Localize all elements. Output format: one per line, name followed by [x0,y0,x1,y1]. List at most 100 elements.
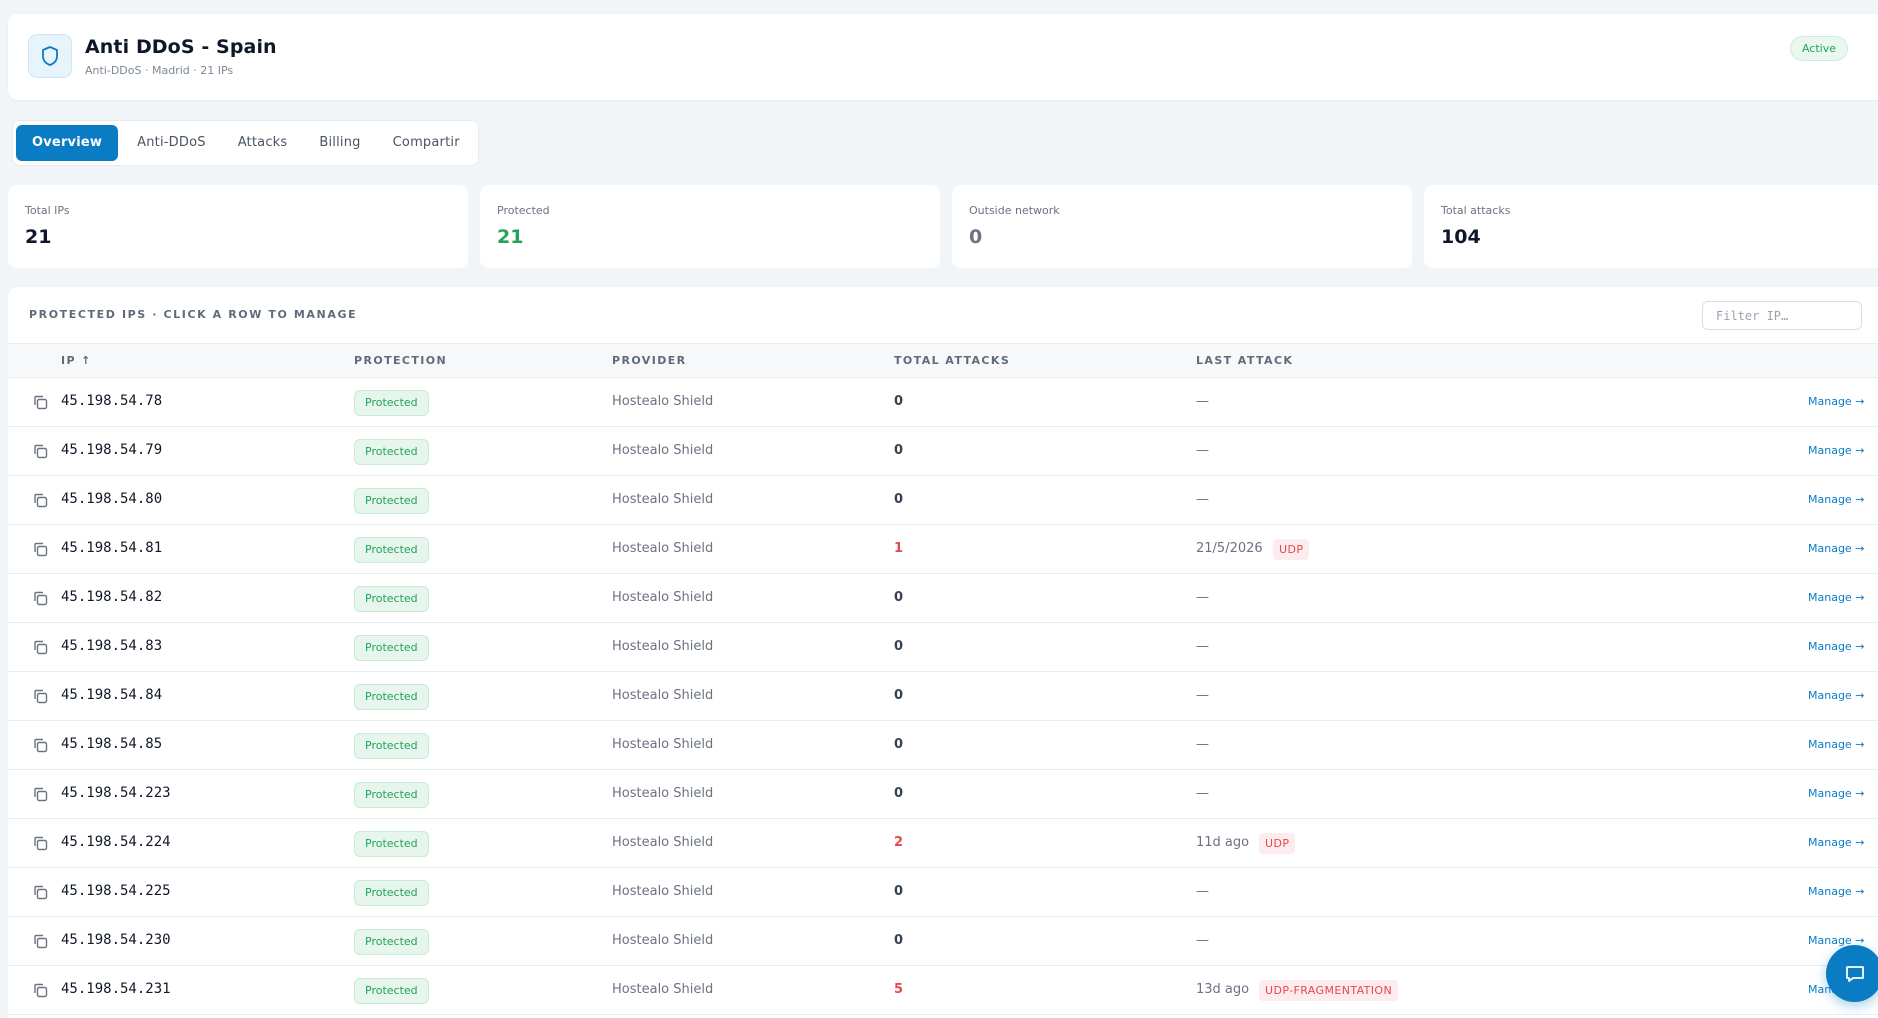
protection-badge: Protected [354,880,429,906]
tab-compartir[interactable]: Compartir [377,125,476,161]
ip-address: 45.198.54.80 [61,491,163,507]
total-attacks: 0 [894,786,904,801]
tab-anti-ddos[interactable]: Anti-DDoS [121,125,222,161]
copy-icon[interactable] [32,688,49,705]
protection-badge: Protected [354,978,429,1004]
manage-link[interactable]: Manage → [1808,689,1864,702]
stat-label: Total IPs [25,204,70,217]
provider-name: Hostealo Shield [612,541,714,556]
ip-address: 45.198.54.81 [61,540,163,556]
stat-card-total-ips: Total IPs 21 [8,185,468,268]
last-attack: 13d ago [1196,982,1250,997]
manage-link[interactable]: Manage → [1808,444,1864,457]
copy-icon[interactable] [32,639,49,656]
provider-name: Hostealo Shield [612,443,714,458]
copy-icon[interactable] [32,541,49,558]
total-attacks: 5 [894,982,904,997]
manage-link[interactable]: Manage → [1808,885,1864,898]
table-row[interactable]: 45.198.54.82 Protected Hostealo Shield 0 — Ma… [8,574,1878,623]
provider-name: Hostealo Shield [612,639,714,654]
table-row[interactable]: 45.198.54.81 Protected Hostealo Shield 1 21/… [8,525,1878,574]
table-row[interactable]: 45.198.54.225 Protected Hostealo Shield 0 — M… [8,868,1878,917]
column-provider[interactable]: PROVIDER [612,344,687,377]
copy-icon[interactable] [32,492,49,509]
tab-bar: Overview Anti-DDoS Attacks Billing Compa… [12,120,479,166]
manage-link[interactable]: Manage → [1808,640,1864,653]
table-row[interactable]: 45.198.54.80 Protected Hostealo Shield 0 — Ma… [8,476,1878,525]
manage-link[interactable]: Manage → [1808,836,1864,849]
provider-name: Hostealo Shield [612,835,714,850]
manage-link[interactable]: Manage → [1808,395,1864,408]
stat-card-total-attacks: Total attacks 104 [1424,185,1878,268]
last-attack: 21/5/2026 [1196,541,1263,556]
column-protection[interactable]: PROTECTION [354,344,447,377]
copy-icon[interactable] [32,982,49,999]
table-row[interactable]: 45.198.54.84 Protected Hostealo Shield 0 — Ma… [8,672,1878,721]
table-body: 45.198.54.78 Protected Hostealo Shield 0 — Ma… [8,378,1878,1015]
copy-icon[interactable] [32,933,49,950]
table-row[interactable]: 45.198.54.78 Protected Hostealo Shield 0 — Ma… [8,378,1878,427]
provider-name: Hostealo Shield [612,737,714,752]
chat-button[interactable] [1826,945,1878,1002]
total-attacks: 0 [894,933,904,948]
protection-badge: Protected [354,586,429,612]
last-attack: — [1196,639,1209,654]
manage-link[interactable]: Manage → [1808,591,1864,604]
last-attack: — [1196,786,1209,801]
table-header: IP ↑ PROTECTION PROVIDER TOTAL ATTACKS L… [8,343,1878,378]
table-row[interactable]: 45.198.54.231 Protected Hostealo Shield 5 13… [8,966,1878,1015]
tab-billing[interactable]: Billing [303,125,376,161]
table-row[interactable]: 45.198.54.224 Protected Hostealo Shield 2 11… [8,819,1878,868]
table-row[interactable]: 45.198.54.85 Protected Hostealo Shield 0 — Ma… [8,721,1878,770]
last-attack: — [1196,933,1209,948]
filter-ip-input[interactable] [1702,301,1862,330]
table-row[interactable]: 45.198.54.79 Protected Hostealo Shield 0 — Ma… [8,427,1878,476]
provider-name: Hostealo Shield [612,982,714,997]
last-attack: — [1196,492,1209,507]
page-subtitle: Anti-DDoS · Madrid · 21 IPs [85,64,234,77]
stat-label: Total attacks [1441,204,1511,217]
attack-type-badge: UDP [1259,833,1296,854]
copy-icon[interactable] [32,443,49,460]
manage-link[interactable]: Manage → [1808,787,1864,800]
protection-badge: Protected [354,488,429,514]
shield-icon [28,34,72,78]
total-attacks: 0 [894,492,904,507]
copy-icon[interactable] [32,590,49,607]
copy-icon[interactable] [32,786,49,803]
ip-address: 45.198.54.230 [61,932,171,948]
column-total-attacks[interactable]: TOTAL ATTACKS [894,344,1010,377]
copy-icon[interactable] [32,884,49,901]
ip-address: 45.198.54.225 [61,883,171,899]
table-row[interactable]: 45.198.54.83 Protected Hostealo Shield 0 — Ma… [8,623,1878,672]
manage-link[interactable]: Manage → [1808,493,1864,506]
header-card: Anti DDoS - Spain Anti-DDoS · Madrid · 2… [8,14,1878,100]
stat-value: 0 [969,226,983,248]
copy-icon[interactable] [32,737,49,754]
tab-overview[interactable]: Overview [16,125,119,161]
copy-icon[interactable] [32,394,49,411]
column-last-attack[interactable]: LAST ATTACK [1196,344,1293,377]
total-attacks: 0 [894,394,904,409]
ip-address: 45.198.54.83 [61,638,163,654]
protection-badge: Protected [354,439,429,465]
table-row[interactable]: 45.198.54.230 Protected Hostealo Shield 0— M… [8,917,1878,966]
copy-icon[interactable] [32,835,49,852]
protection-badge: Protected [354,929,429,955]
protection-badge: Protected [354,831,429,857]
protection-badge: Protected [354,782,429,808]
stat-value: 21 [497,226,524,248]
manage-link[interactable]: Manage → [1808,542,1864,555]
protection-badge: Protected [354,733,429,759]
manage-link[interactable]: Manage → [1808,738,1864,751]
provider-name: Hostealo Shield [612,394,714,409]
stat-card-outside-network: Outside network 0 [952,185,1412,268]
column-ip[interactable]: IP ↑ [61,344,92,377]
total-attacks: 0 [894,737,904,752]
provider-name: Hostealo Shield [612,786,714,801]
tab-attacks[interactable]: Attacks [222,125,304,161]
provider-name: Hostealo Shield [612,688,714,703]
protection-badge: Protected [354,390,429,416]
last-attack: — [1196,590,1209,605]
table-row[interactable]: 45.198.54.223 Protected Hostealo Shield 0 — M… [8,770,1878,819]
